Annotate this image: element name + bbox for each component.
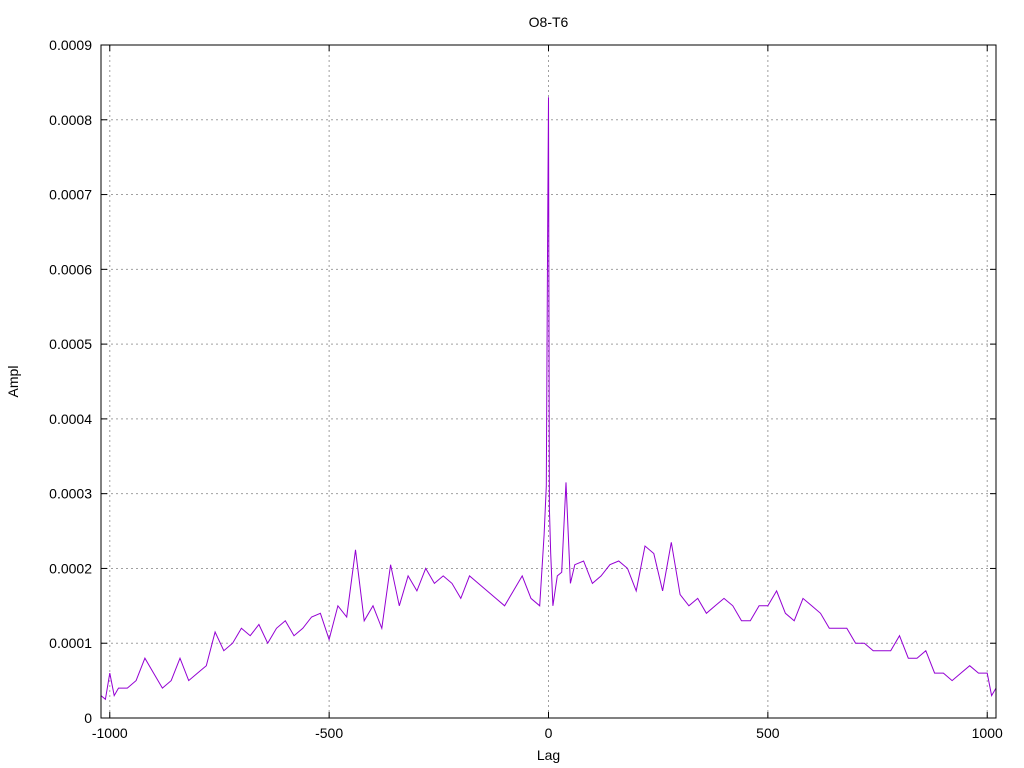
y-axis-label: Ampl	[5, 366, 21, 398]
y-tick-label: 0.0006	[49, 261, 92, 277]
y-tick-label: 0.0004	[49, 411, 92, 427]
y-tick-label: 0.0001	[49, 635, 92, 651]
series-layer	[100, 97, 997, 701]
y-tick-label: 0.0007	[49, 187, 92, 203]
chart-title: O8-T6	[529, 14, 569, 30]
x-axis-label: Lag	[537, 747, 560, 763]
x-tick-label: 0	[545, 725, 553, 741]
y-tick-label: 0.0003	[49, 486, 92, 502]
x-tick-label: -500	[315, 725, 343, 741]
y-tick-label: 0.0002	[49, 560, 92, 576]
x-tick-labels: -1000 -500 0 500 1000	[92, 725, 1003, 741]
series-line	[100, 97, 997, 701]
y-tick-label: 0.0009	[49, 37, 92, 53]
x-tick-label: 1000	[972, 725, 1003, 741]
y-tick-label: 0	[84, 710, 92, 726]
chart-canvas: -1000 -500 0 500 1000 0 0.0001 0.0002 0.0003 0.0…	[5, 14, 1003, 763]
x-tick-label: -1000	[92, 725, 128, 741]
y-tick-label: 0.0008	[49, 112, 92, 128]
x-tick-label: 500	[756, 725, 780, 741]
y-tick-labels: 0 0.0001 0.0002 0.0003 0.0004 0.0005 0.0006 0.0…	[49, 37, 92, 726]
y-tick-label: 0.0005	[49, 336, 92, 352]
